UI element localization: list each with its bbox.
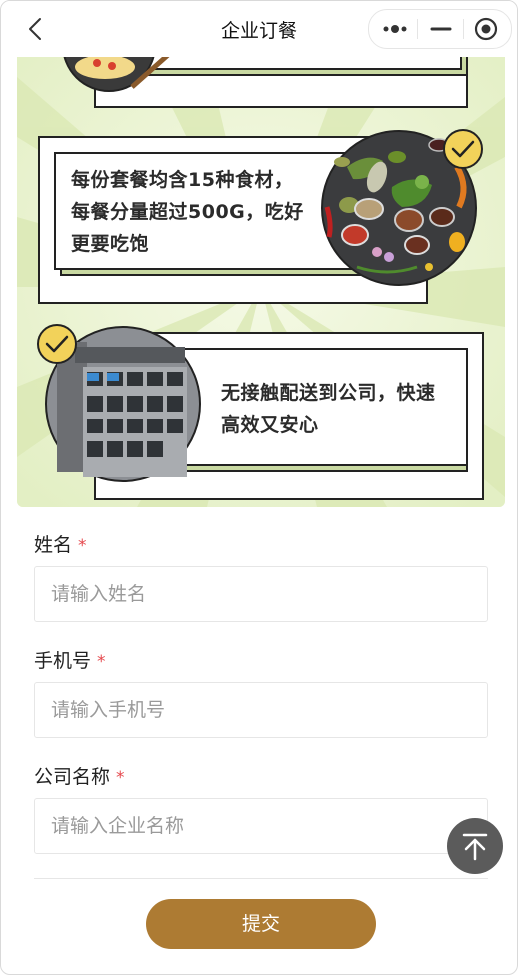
card-text-line: 高效又安心 (221, 414, 319, 436)
required-mark: * (78, 536, 87, 556)
more-dots-icon (383, 25, 407, 33)
company-input[interactable] (34, 798, 488, 854)
back-to-top-button[interactable] (447, 818, 503, 874)
card-delivery-text: 无接触配送到公司，快速 高效又安心 (221, 377, 436, 441)
card-text-line: 每份套餐均含15种食材， (71, 169, 294, 191)
card-text-line: 无接触配送到公司，快速 (221, 382, 436, 404)
arrow-up-to-top-icon (462, 833, 488, 861)
company-label: 公司名称 * (34, 766, 125, 788)
mini-program-window: 企业订餐 每份套餐均含15种食材， 每餐分量超过500G，吃好 更要吃饱 无接触… (0, 0, 518, 975)
name-input[interactable] (34, 566, 488, 622)
name-label: 姓名 * (34, 534, 87, 556)
more-button[interactable] (371, 10, 417, 48)
nav-bar: 企业订餐 (1, 1, 517, 57)
minimize-icon (430, 27, 452, 31)
close-button[interactable] (464, 10, 510, 48)
promo-banner: 每份套餐均含15种食材， 每餐分量超过500G，吃好 更要吃饱 无接触配送到公司… (17, 57, 505, 507)
phone-input[interactable] (34, 682, 488, 738)
form-divider (34, 878, 488, 879)
minimize-button[interactable] (418, 10, 464, 48)
card-text-line: 每餐分量超过500G，吃好 (71, 201, 304, 223)
required-mark: * (97, 652, 106, 672)
phone-label: 手机号 * (34, 650, 106, 672)
card-partial-top (63, 57, 468, 108)
target-circle-icon (474, 17, 498, 41)
required-mark: * (116, 768, 125, 788)
card-ingredients-text: 每份套餐均含15种食材， 每餐分量超过500G，吃好 更要吃饱 (71, 164, 304, 260)
submit-button[interactable]: 提交 (146, 899, 376, 949)
card-text-line: 更要吃饱 (71, 233, 150, 255)
capsule-menu (368, 9, 512, 49)
